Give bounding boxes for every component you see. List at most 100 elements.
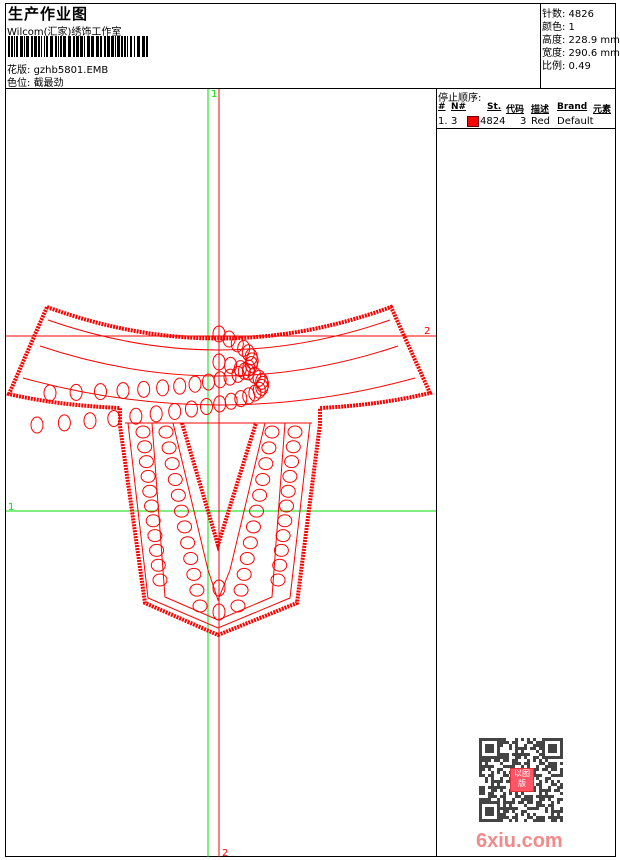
qr-module (551, 804, 554, 807)
qr-module (548, 777, 551, 780)
qr-module (512, 816, 515, 819)
qr-module (482, 768, 485, 771)
qr-module (545, 789, 548, 792)
row-index: 1. (438, 116, 448, 127)
oval-motif (252, 488, 268, 502)
oval-motif (273, 543, 289, 557)
qr-module (536, 741, 539, 744)
qr-module (527, 795, 530, 798)
qr-module (557, 810, 560, 813)
qr-module (497, 780, 500, 783)
qr-module (551, 765, 554, 768)
embroidery-canvas[interactable]: 2 2 1 1 (0, 0, 436, 860)
qr-module (518, 747, 521, 750)
qr-module (515, 744, 518, 747)
oval-motif (145, 514, 161, 528)
oval-motif (43, 384, 57, 402)
qr-module (521, 753, 524, 756)
qr-module (506, 759, 509, 762)
qr-module (554, 768, 557, 771)
qr-module (542, 819, 545, 822)
stamp-icon: 以图版 (510, 768, 534, 792)
qr-module (521, 801, 524, 804)
qr-module (500, 816, 503, 819)
oval-motif (137, 440, 153, 454)
qr-module (551, 780, 554, 783)
qr-module (488, 792, 491, 795)
qr-module (479, 798, 482, 801)
sidebar-divider (436, 88, 437, 857)
qr-module (515, 750, 518, 753)
qr-module (491, 789, 494, 792)
qr-module (557, 780, 560, 783)
oval-motif (233, 583, 249, 597)
qr-module (515, 816, 518, 819)
qr-module (524, 798, 527, 801)
qr-module (518, 762, 521, 765)
qr-module (536, 804, 539, 807)
qr-module (512, 762, 515, 765)
oval-motif (258, 457, 274, 471)
qr-module (482, 798, 485, 801)
oval-motif (150, 558, 166, 572)
qr-module (539, 795, 542, 798)
oval-motif (242, 536, 258, 550)
row-code: 3 (520, 116, 527, 127)
qr-module (539, 741, 542, 744)
qr-module (512, 798, 515, 801)
qr-module (542, 795, 545, 798)
qr-module (521, 798, 524, 801)
qr-module (557, 813, 560, 816)
qr-module (533, 819, 536, 822)
oval-motif (245, 520, 261, 534)
qr-module (479, 771, 482, 774)
qr-module (551, 795, 554, 798)
qr-module (491, 780, 494, 783)
qr-module (539, 801, 542, 804)
oval-motif (161, 441, 177, 455)
qr-module (515, 753, 518, 756)
qr-module (503, 792, 506, 795)
qr-module (554, 783, 557, 786)
qr-module (527, 741, 530, 744)
qr-module (503, 801, 506, 804)
oval-motif (147, 529, 163, 543)
qr-module (551, 807, 554, 810)
qr-module (500, 744, 503, 747)
qr-module (524, 744, 527, 747)
oval-motif (277, 514, 293, 528)
qr-module (530, 816, 533, 819)
qr-module (500, 819, 503, 822)
qr-module (500, 780, 503, 783)
qr-module (548, 771, 551, 774)
qr-module (506, 756, 509, 759)
qr-module (527, 753, 530, 756)
qr-module (494, 759, 497, 762)
qr-module (482, 774, 485, 777)
oval-motif (285, 440, 301, 454)
oval-motif (184, 400, 198, 418)
qr-module (485, 762, 488, 765)
guide-label-red-h: 2 (424, 326, 430, 337)
qr-module (488, 768, 491, 771)
qr-module (512, 759, 515, 762)
qr-module (533, 747, 536, 750)
qr-module (548, 795, 551, 798)
oval-motif (135, 425, 151, 439)
oval-motif (192, 599, 208, 613)
oval-motif (156, 379, 170, 397)
qr-module (503, 798, 506, 801)
qr-module (506, 780, 509, 783)
qr-module (515, 738, 518, 741)
col-code: 代码 (506, 105, 525, 115)
qr-finder-center (485, 807, 494, 816)
oval-motif (140, 469, 156, 483)
qr-module (539, 792, 542, 795)
qr-module (545, 765, 548, 768)
oval-motif (138, 455, 154, 469)
qr-finder-center (485, 744, 494, 753)
qr-module (506, 810, 509, 813)
qr-module (512, 753, 515, 756)
qr-module (530, 801, 533, 804)
qr-module (485, 777, 488, 780)
